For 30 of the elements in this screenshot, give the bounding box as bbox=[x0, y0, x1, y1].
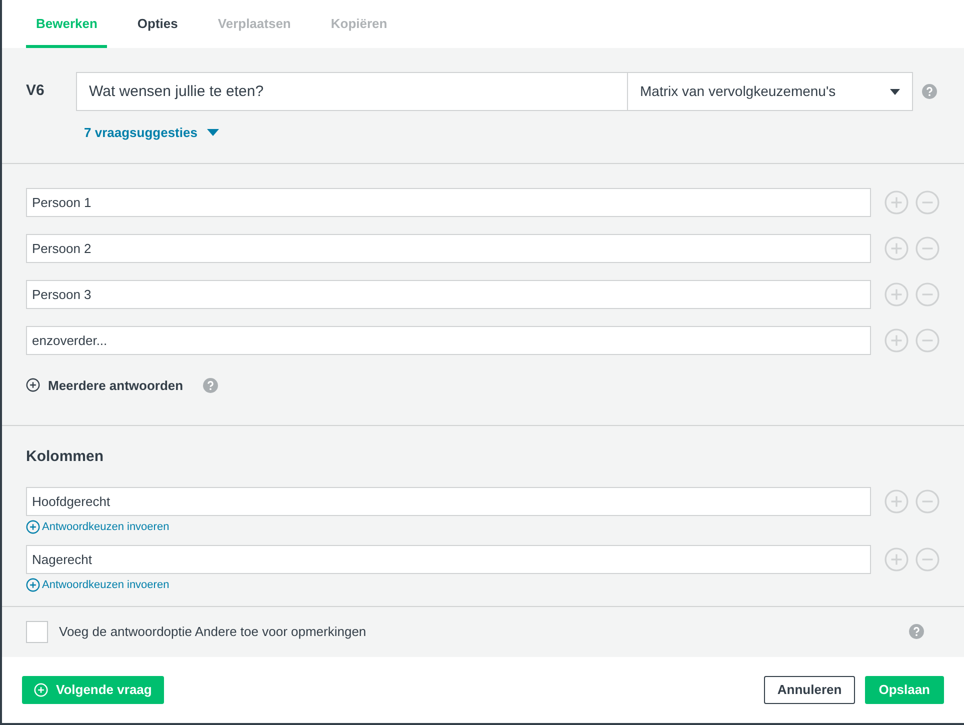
section-title: Kolommen bbox=[26, 447, 105, 467]
answer-field[interactable]: enzoverder... bbox=[26, 326, 871, 354]
answer-field[interactable]: Persoon 1 bbox=[26, 188, 871, 216]
question-type-dropdown[interactable]: Matrix van vervolgkeuzemenu's bbox=[628, 72, 913, 111]
enter-choices-link[interactable]: Antwoordkeuzen invoeren bbox=[26, 577, 170, 594]
answer-field[interactable]: Persoon 3 bbox=[26, 280, 871, 308]
remove-icon[interactable] bbox=[915, 236, 940, 260]
help-icon[interactable] bbox=[203, 378, 218, 393]
add-icon[interactable] bbox=[26, 378, 40, 392]
answer-field[interactable]: Persoon 2 bbox=[26, 234, 871, 262]
help-icon[interactable] bbox=[909, 624, 924, 639]
caret-icon bbox=[207, 129, 220, 136]
question-field[interactable]: Wat wensen jullie te eten? bbox=[76, 72, 628, 111]
help-icon[interactable] bbox=[922, 84, 937, 99]
question-number: V6 bbox=[26, 81, 46, 101]
tab[interactable]: Opties bbox=[127, 0, 188, 48]
remove-icon[interactable] bbox=[915, 328, 940, 352]
checkbox[interactable] bbox=[26, 620, 48, 642]
suggestions-link[interactable]: 7 vraagsuggesties bbox=[84, 123, 220, 142]
remove-icon[interactable] bbox=[915, 488, 940, 514]
enter-choices-link[interactable]: Antwoordkeuzen invoeren bbox=[26, 518, 170, 535]
cancel-button[interactable]: Annuleren bbox=[764, 676, 855, 704]
checkbox-label: Voeg de antwoordoptie Andere toe voor opmerkingen bbox=[59, 622, 368, 641]
remove-icon[interactable] bbox=[915, 190, 940, 214]
add-answers-button[interactable]: Meerdere antwoorden bbox=[26, 376, 184, 395]
answer-field[interactable]: Hoofdgerecht bbox=[26, 486, 871, 516]
remove-icon[interactable] bbox=[915, 282, 940, 306]
caret-icon bbox=[890, 88, 900, 94]
answer-field[interactable]: Nagerecht bbox=[26, 545, 871, 574]
remove-icon[interactable] bbox=[915, 547, 940, 572]
